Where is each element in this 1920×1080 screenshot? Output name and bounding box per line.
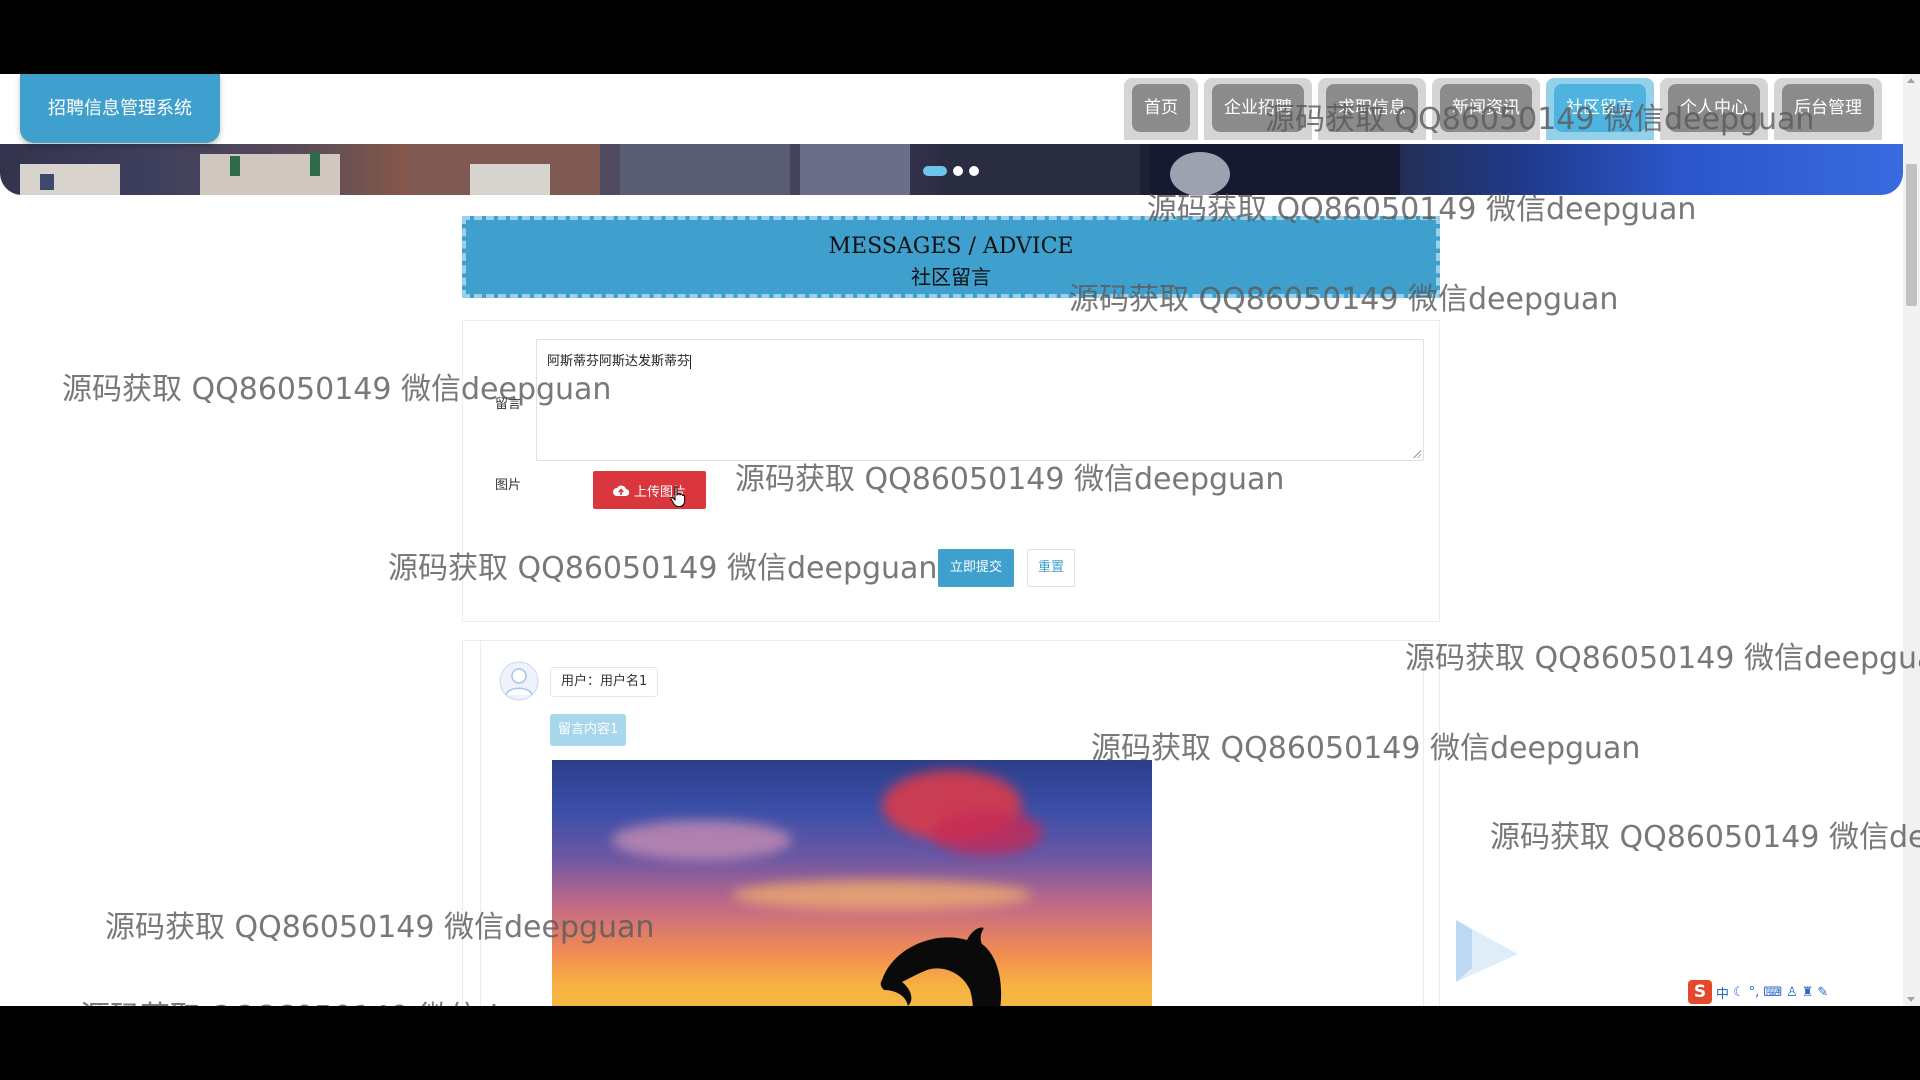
submit-button[interactable]: 立即提交: [938, 549, 1014, 587]
text-caret: [690, 354, 692, 369]
scroll-down-arrow-icon[interactable]: [1907, 997, 1915, 1002]
scroll-up-arrow-icon[interactable]: [1907, 78, 1915, 83]
section-title-en: MESSAGES / ADVICE: [828, 234, 1074, 259]
carousel-dot[interactable]: [969, 166, 979, 176]
watermark-text: 源码获取 QQ86050149 微信deepguan: [1265, 102, 1815, 137]
carousel-dot[interactable]: [953, 166, 963, 176]
user-icon: ♙: [1786, 984, 1798, 1000]
nav-item-home[interactable]: 首页: [1124, 78, 1198, 140]
cloud-upload-icon: [612, 485, 629, 496]
watermark-text: 源码获取 QQ86050149 微信deepguan: [1069, 282, 1619, 317]
watermark-text: 源码获取 QQ86050149 微信deepguan: [735, 462, 1285, 497]
watermark-text: 源码获取 QQ86050149 微信deepguan: [1490, 820, 1920, 855]
keyboard-icon: ⌨: [1763, 984, 1783, 1000]
image-label: 图片: [495, 478, 522, 493]
dolphin-silhouette: [880, 927, 1002, 1006]
carousel-indicators: [923, 166, 979, 176]
resize-handle[interactable]: [1413, 450, 1421, 458]
app-logo[interactable]: 招聘信息管理系统: [20, 74, 220, 143]
moon-icon: ☾: [1733, 984, 1745, 1000]
message-textarea[interactable]: 阿斯蒂芬阿斯达发斯蒂芬: [536, 339, 1424, 461]
play-icon[interactable]: [1452, 916, 1522, 986]
watermark-text: 源码获取 QQ86050149 微信deepguan: [1147, 192, 1697, 227]
vertical-scrollbar[interactable]: [1903, 74, 1920, 1006]
user-avatar-icon: [499, 661, 539, 701]
comment-content: 留言内容1: [550, 714, 627, 746]
punctuation-icon: °,: [1748, 984, 1760, 1000]
comment-list: 用户：用户名1 留言内容1: [462, 640, 1440, 1006]
skin-icon: ♜: [1801, 984, 1814, 1000]
wrench-icon: ✎: [1817, 984, 1829, 1000]
watermark-text: 源码获取 QQ86050149 微信deepguan: [105, 910, 655, 945]
carousel-dot[interactable]: [923, 166, 947, 176]
watermark-text: 源码获取 QQ86050149 微信deepguan: [388, 551, 938, 586]
upload-image-button[interactable]: 上传图片: [593, 471, 706, 509]
comment-item: 用户：用户名1 留言内容1: [480, 641, 1424, 1006]
sogou-ime-icon: S: [1688, 980, 1712, 1004]
scrollbar-thumb[interactable]: [1906, 164, 1917, 306]
watermark-text: 源码获取 QQ86050149 微信deepguan: [1405, 641, 1920, 676]
nav-item-label: 首页: [1132, 84, 1190, 132]
ime-mode-label: 中: [1716, 986, 1730, 1002]
browser-viewport: 招聘信息管理系统 首页 企业招聘 求职信息 新闻资讯 社区留言 个人中心 后台管…: [0, 74, 1920, 1006]
ime-toolbar[interactable]: S 中 ☾ °, ⌨ ♙ ♜ ✎: [1688, 980, 1828, 1004]
watermark-text: 源码获取 QQ86050149 微信deepguan: [80, 992, 629, 1006]
watermark-text: 源码获取 QQ86050149 微信deepguan: [62, 372, 612, 407]
reset-button[interactable]: 重置: [1027, 549, 1075, 587]
hand-pointer-icon: [670, 486, 686, 507]
watermark-text: 源码获取 QQ86050149 微信deepguan: [1091, 731, 1641, 766]
comment-image[interactable]: [552, 760, 1152, 1006]
comment-user: 用户：用户名1: [550, 667, 659, 697]
